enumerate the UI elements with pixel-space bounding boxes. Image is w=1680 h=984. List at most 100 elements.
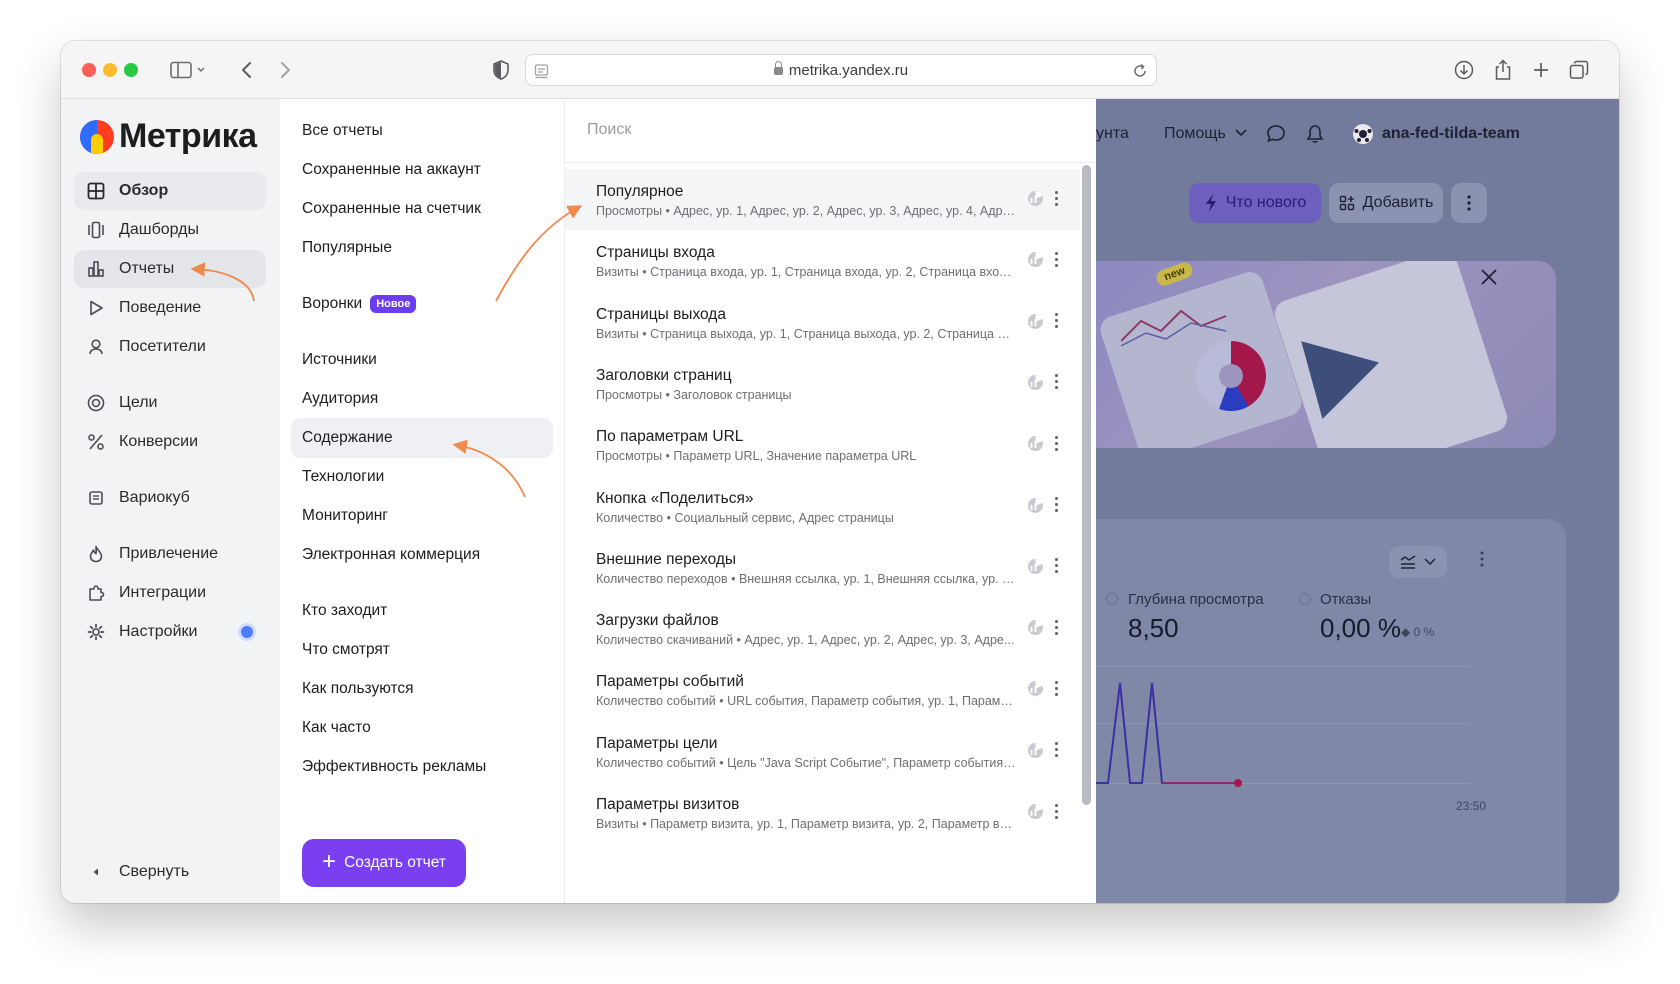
help-menu[interactable]: Помощь: [1164, 125, 1248, 143]
reports-menu-item[interactable]: Сохраненные на счетчик: [291, 189, 553, 229]
reports-menu-item[interactable]: Как пользуются: [291, 669, 553, 709]
reload-icon[interactable]: [1130, 58, 1150, 84]
reports-menu-item[interactable]: Сохраненные на аккаунт: [291, 150, 553, 190]
sidebar-item-behavior[interactable]: Поведение: [74, 289, 266, 327]
scrollbar[interactable]: [1082, 165, 1091, 805]
reports-menu-item[interactable]: Мониторинг: [291, 496, 553, 536]
downloads-icon[interactable]: [1452, 57, 1476, 83]
reports-menu-item[interactable]: Источники: [291, 340, 553, 380]
sidebar-toggle-icon[interactable]: [168, 57, 208, 83]
metrika-logo[interactable]: Метрика: [80, 117, 257, 156]
report-list-item[interactable]: Загрузки файлов Количество скачиваний • А…: [565, 598, 1080, 659]
sidebar-item-overview[interactable]: Обзор: [74, 172, 266, 210]
address-bar[interactable]: metrika.yandex.ru: [525, 54, 1157, 86]
report-list-item[interactable]: Страницы выхода Визиты • Страница выхода,…: [565, 292, 1080, 353]
close-window-button[interactable]: [82, 63, 96, 77]
more-options-icon[interactable]: [1051, 431, 1061, 455]
sidebar-item-settings[interactable]: Настройки: [74, 613, 266, 651]
report-list-item[interactable]: Заголовки страниц Просмотры • Заголовок с…: [565, 353, 1080, 414]
sidebar-item-conversions[interactable]: Конверсии: [74, 423, 266, 461]
add-button[interactable]: Добавить: [1329, 183, 1443, 223]
zoom-window-button[interactable]: [124, 63, 138, 77]
report-list-item[interactable]: Страницы входа Визиты • Страница входа, у…: [565, 230, 1080, 291]
sidebar-item-goals[interactable]: Цели: [74, 384, 266, 422]
new-tab-icon[interactable]: [1529, 57, 1553, 83]
browser-window: metrika.yandex.ru Метрика Обзор Дашборды…: [61, 41, 1619, 903]
collapse-sidebar-button[interactable]: Свернуть: [74, 853, 266, 891]
more-options-icon[interactable]: [1451, 183, 1487, 223]
more-options-icon[interactable]: [1051, 309, 1061, 333]
sidebar-item-acquisition[interactable]: Привлечение: [74, 535, 266, 573]
create-report-button[interactable]: + Создать отчет: [302, 839, 466, 887]
whats-new-button[interactable]: Что нового: [1189, 183, 1321, 223]
more-options-icon[interactable]: [1051, 799, 1061, 823]
more-options-icon[interactable]: [1051, 493, 1061, 517]
report-list-item[interactable]: По параметрам URL Просмотры • Параметр UR…: [565, 414, 1080, 475]
bell-icon[interactable]: [1306, 124, 1324, 149]
reports-menu-item[interactable]: Технологии: [291, 457, 553, 497]
user-avatar-icon[interactable]: [1352, 123, 1374, 150]
gauge-icon[interactable]: [1027, 374, 1044, 391]
report-title: Внешние переходы: [596, 550, 737, 568]
card-more-icon[interactable]: [1480, 551, 1484, 572]
reports-menu-item[interactable]: Кто заходит: [291, 591, 553, 631]
privacy-shield-icon[interactable]: [489, 57, 513, 83]
gauge-icon[interactable]: [1027, 313, 1044, 330]
gauge-icon[interactable]: [1027, 251, 1044, 268]
close-banner-icon[interactable]: [1479, 267, 1499, 287]
more-options-icon[interactable]: [1051, 370, 1061, 394]
more-options-icon[interactable]: [1051, 738, 1061, 762]
gauge-icon[interactable]: [1027, 803, 1044, 820]
sidebar-item-integrations[interactable]: Интеграции: [74, 574, 266, 612]
menu-item-label: Сохраненные на аккаунт: [302, 161, 481, 178]
reports-menu-item-content[interactable]: Содержание: [291, 418, 553, 458]
reports-menu-item-funnels[interactable]: Воронки Новое: [291, 284, 553, 324]
more-options-icon[interactable]: [1051, 186, 1061, 210]
more-options-icon[interactable]: [1051, 554, 1061, 578]
report-list-item[interactable]: Кнопка «Поделиться» Количество • Социальн…: [565, 476, 1080, 537]
share-icon[interactable]: [1491, 57, 1515, 83]
report-list-item[interactable]: Популярное Просмотры • Адрес, ур. 1, Адре…: [565, 169, 1080, 230]
back-arrow-icon[interactable]: [237, 57, 257, 83]
reports-menu-item[interactable]: Электронная коммерция: [291, 535, 553, 575]
report-list-item[interactable]: Параметры цели Количество событий • Цель …: [565, 721, 1080, 782]
reports-menu-item[interactable]: Что смотрят: [291, 630, 553, 670]
report-list-item[interactable]: Параметры визитов Визиты • Параметр визит…: [565, 782, 1080, 843]
reports-menu-item[interactable]: Популярные: [291, 228, 553, 268]
reports-menu-item[interactable]: Эффективность рекламы: [291, 747, 553, 787]
gauge-icon[interactable]: [1027, 190, 1044, 207]
sidebar-item-label: Цели: [119, 394, 158, 411]
more-options-icon[interactable]: [1051, 247, 1061, 271]
add-label: Добавить: [1362, 194, 1434, 211]
whats-new-label: Что нового: [1225, 194, 1307, 211]
minimize-window-button[interactable]: [103, 63, 117, 77]
reports-menu-item[interactable]: Все отчеты: [291, 111, 553, 151]
reports-menu-item[interactable]: Аудитория: [291, 379, 553, 419]
gauge-icon[interactable]: [1027, 558, 1044, 575]
more-options-icon[interactable]: [1051, 676, 1061, 700]
gauge-icon[interactable]: [1027, 742, 1044, 759]
gauge-icon[interactable]: [1027, 680, 1044, 697]
tab-overview-icon[interactable]: [1567, 57, 1591, 83]
sidebar-item-label: Конверсии: [119, 433, 199, 450]
sidebar-item-dashboards[interactable]: Дашборды: [74, 211, 266, 249]
chart-type-dropdown[interactable]: [1389, 546, 1447, 578]
gauge-icon[interactable]: [1027, 619, 1044, 636]
more-options-icon[interactable]: [1051, 615, 1061, 639]
chat-icon[interactable]: [1266, 124, 1286, 149]
report-subtitle: Визиты • Страница выхода, ур. 1, Страниц…: [596, 326, 1016, 341]
sidebar-item-reports[interactable]: Отчеты: [74, 250, 266, 288]
metric-radio[interactable]: [1106, 593, 1118, 605]
metric-radio[interactable]: [1299, 593, 1311, 605]
username-label[interactable]: ana-fed-tilda-team: [1382, 125, 1520, 143]
gauge-icon[interactable]: [1027, 497, 1044, 514]
sidebar-item-visitors[interactable]: Посетители: [74, 328, 266, 366]
search-input[interactable]: [587, 121, 987, 139]
gauge-icon[interactable]: [1027, 435, 1044, 452]
reports-menu-item[interactable]: Как часто: [291, 708, 553, 748]
report-list-item[interactable]: Параметры событий Количество событий • UR…: [565, 659, 1080, 720]
report-list-item[interactable]: Внешние переходы Количество переходов • В…: [565, 537, 1080, 598]
forward-arrow-icon[interactable]: [275, 57, 295, 83]
collapse-label: Свернуть: [119, 863, 190, 880]
sidebar-item-variocube[interactable]: Вариокуб: [74, 479, 266, 517]
